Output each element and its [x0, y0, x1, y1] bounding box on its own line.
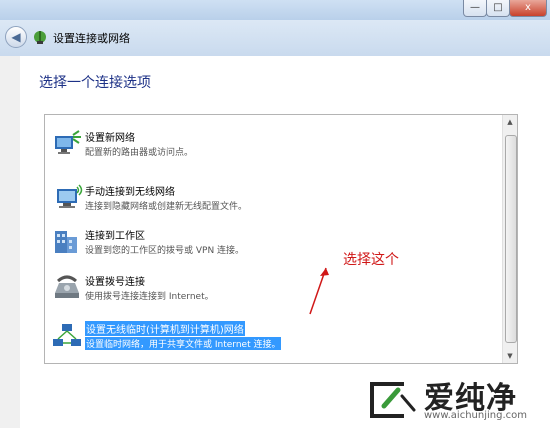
watermark-url: www.aichunjing.com [424, 410, 527, 421]
navigation-bar: ◀ 设置连接或网络 [0, 20, 550, 56]
minimize-button[interactable]: — [463, 0, 487, 17]
network-globe-icon [34, 31, 46, 44]
window-title: 设置连接或网络 [53, 32, 130, 45]
maximize-button[interactable]: □ [486, 0, 510, 17]
annotation-label: 选择这个 [343, 252, 399, 268]
window-titlebar: — □ x [0, 0, 550, 20]
watermark: 爱纯净 www.aichunjing.com [362, 370, 550, 428]
close-button[interactable]: x [509, 0, 547, 17]
watermark-logo-icon [370, 382, 416, 418]
back-arrow-icon[interactable]: ◀ [5, 26, 27, 48]
